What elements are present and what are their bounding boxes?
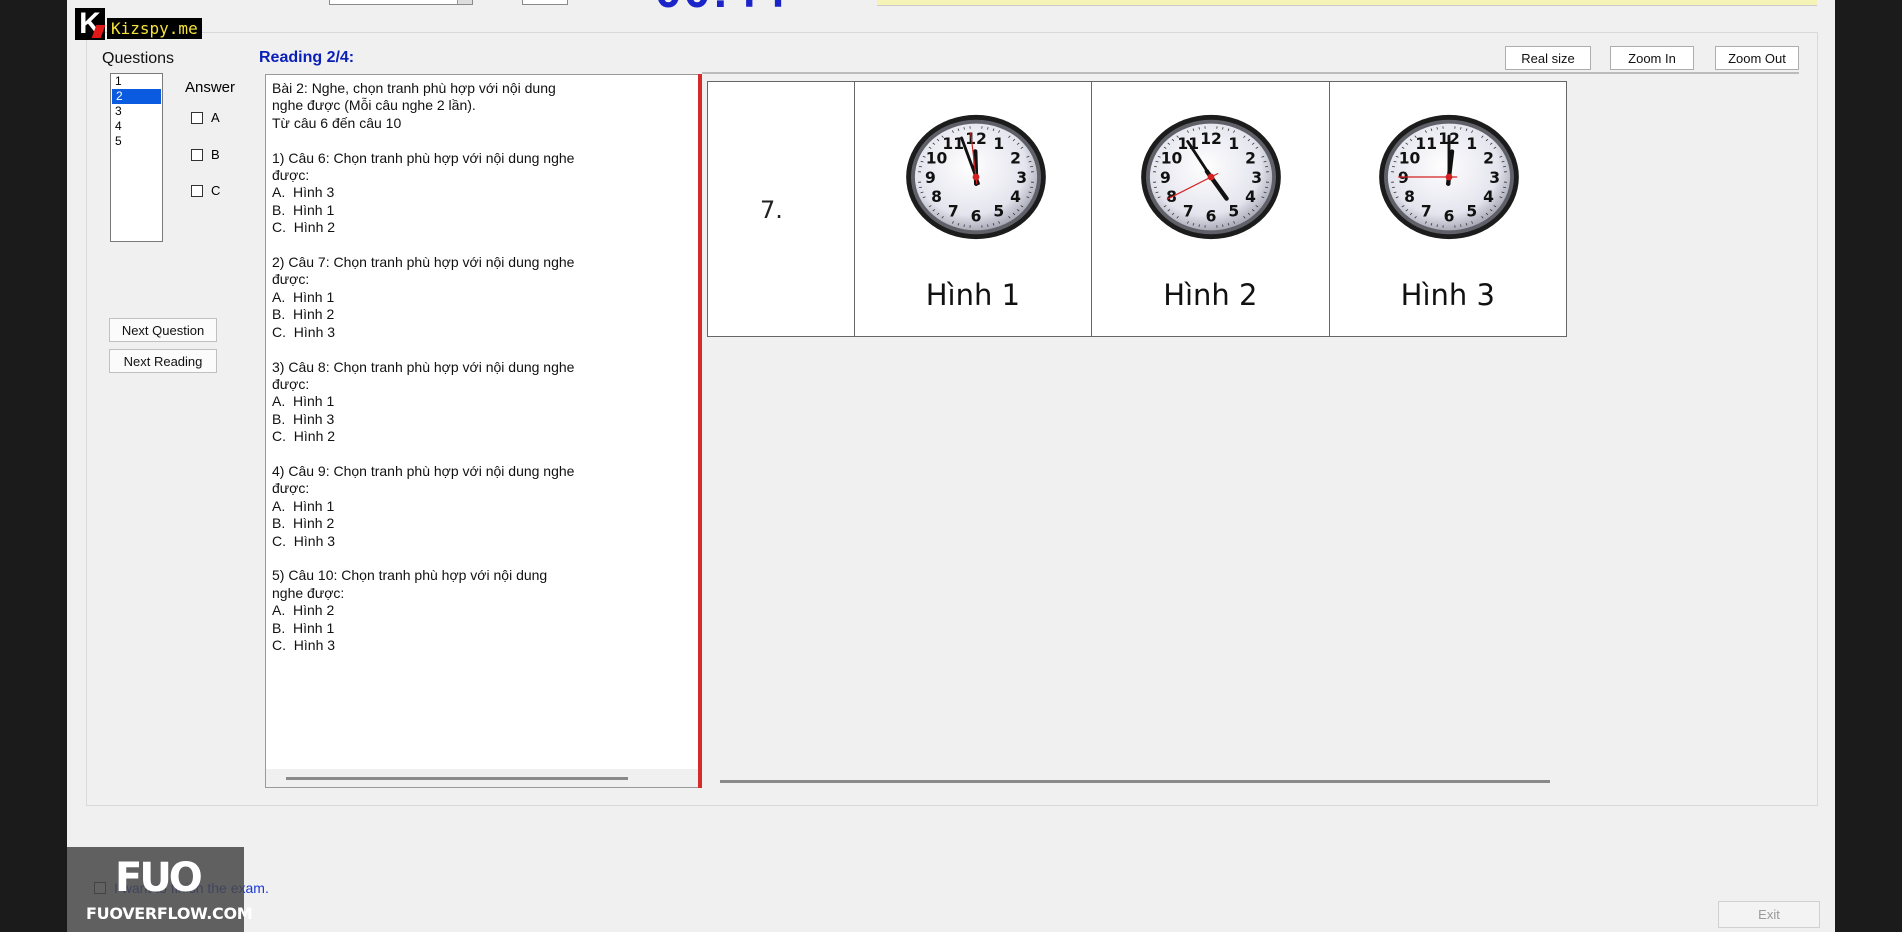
image-scrollbar-thumb[interactable] [720, 780, 1550, 783]
exam-timer: 00:44 [655, 0, 788, 19]
svg-text:9: 9 [925, 169, 936, 187]
question-item[interactable]: 4 [111, 119, 162, 134]
logo-text: Kizspy.me [107, 17, 202, 39]
question-number: 7. [760, 196, 783, 224]
scrollbar-thumb[interactable] [286, 777, 628, 780]
svg-text:8: 8 [1404, 188, 1415, 206]
answer-option-b[interactable]: B [191, 147, 220, 162]
svg-text:12: 12 [1200, 130, 1222, 148]
svg-text:6: 6 [970, 208, 981, 226]
answer-c-label: C [211, 183, 221, 198]
exit-button[interactable]: Exit [1718, 901, 1820, 928]
answer-label: Answer [185, 79, 236, 96]
question-item[interactable]: 3 [111, 104, 162, 119]
clock-cell-3: 123456789101112 Hình 3 [1330, 82, 1566, 336]
questions-listbox[interactable]: 1 2 3 4 5 [110, 73, 163, 242]
svg-text:8: 8 [931, 188, 942, 206]
real-size-button[interactable]: Real size [1505, 46, 1591, 70]
next-question-button[interactable]: Next Question [109, 318, 217, 342]
svg-text:4: 4 [1245, 188, 1256, 206]
status-bar [877, 0, 1817, 6]
svg-text:11: 11 [1415, 135, 1437, 153]
svg-text:6: 6 [1206, 208, 1217, 226]
zoom-in-button[interactable]: Zoom In [1610, 46, 1694, 70]
svg-text:9: 9 [1398, 169, 1409, 187]
clock-2-label: Hình 2 [1163, 278, 1258, 312]
svg-text:12: 12 [965, 130, 987, 148]
image-viewer[interactable]: 7. 123456789101112 Hình 1 12345678910111… [702, 72, 1799, 792]
svg-text:4: 4 [1483, 188, 1494, 206]
horizontal-scrollbar[interactable] [266, 769, 699, 787]
combobox-arrow-icon[interactable] [457, 0, 472, 4]
clock-3-label: Hình 3 [1400, 278, 1495, 312]
top-combobox[interactable] [329, 0, 473, 5]
kizspy-logo: K Kizspy.me [75, 8, 202, 40]
svg-text:1: 1 [1466, 135, 1477, 153]
svg-text:5: 5 [1466, 202, 1477, 220]
questions-label: Questions [102, 50, 175, 67]
svg-text:6: 6 [1443, 208, 1454, 226]
checkbox-b[interactable] [191, 148, 203, 161]
top-small-input[interactable] [522, 0, 568, 5]
question-item-selected[interactable]: 2 [112, 89, 161, 104]
reading-text-panel[interactable]: Bài 2: Nghe, chọn tranh phù hợp với nội … [265, 74, 700, 788]
clock-cell-2: 123456789101112 Hình 2 [1092, 82, 1330, 336]
answer-a-label: A [211, 110, 220, 125]
fuo-badge-text: FUOVERFLOW.COM [86, 904, 253, 923]
svg-text:7: 7 [947, 202, 958, 220]
svg-text:5: 5 [993, 202, 1004, 220]
reading-title: Reading 2/4: [259, 49, 355, 66]
fuoverflow-watermark: FUO FUOVERFLOW.COM [67, 847, 253, 932]
svg-text:3: 3 [1489, 169, 1500, 187]
svg-text:3: 3 [1251, 169, 1262, 187]
clock-3-icon: 123456789101112 [1378, 114, 1519, 240]
svg-text:3: 3 [1016, 169, 1027, 187]
answer-b-label: B [211, 147, 220, 162]
svg-text:9: 9 [1160, 169, 1171, 187]
k-logo-icon: K [75, 8, 105, 40]
clock-picture-table: 7. 123456789101112 Hình 1 12345678910111… [707, 81, 1567, 337]
question-item[interactable]: 1 [111, 74, 162, 89]
clock-1-label: Hình 1 [925, 278, 1021, 312]
image-horizontal-scrollbar[interactable] [702, 770, 1799, 788]
answer-option-c[interactable]: C [191, 183, 220, 198]
clock-cell-1: 1 2 3 4 5 6 7 8 9 10 11 12 Hình 1 [855, 82, 1093, 336]
checkbox-c[interactable] [191, 184, 203, 197]
svg-text:2: 2 [1483, 149, 1494, 167]
svg-text:5: 5 [1229, 202, 1240, 220]
checkbox-a[interactable] [191, 111, 203, 124]
svg-text:2: 2 [1010, 149, 1021, 167]
svg-text:1: 1 [1229, 135, 1240, 153]
next-reading-button[interactable]: Next Reading [109, 349, 217, 373]
clock-2-icon: 123456789101112 [1141, 114, 1281, 240]
reading-text: Bài 2: Nghe, chọn tranh phù hợp với nội … [272, 80, 575, 653]
question-number-cell: 7. [708, 82, 855, 336]
question-item[interactable]: 5 [111, 134, 162, 149]
exam-window: 00:44 K Kizspy.me Questions Reading 2/4:… [67, 0, 1835, 932]
svg-text:2: 2 [1245, 149, 1256, 167]
svg-text:4: 4 [1010, 188, 1021, 206]
clock-1-icon: 1234567891011 12 [905, 114, 1046, 240]
zoom-out-button[interactable]: Zoom Out [1715, 46, 1799, 70]
svg-text:7: 7 [1183, 202, 1194, 220]
answer-option-a[interactable]: A [191, 110, 220, 125]
fuo-logo: FUO [115, 855, 203, 901]
svg-text:1: 1 [993, 135, 1004, 153]
svg-text:7: 7 [1420, 202, 1431, 220]
